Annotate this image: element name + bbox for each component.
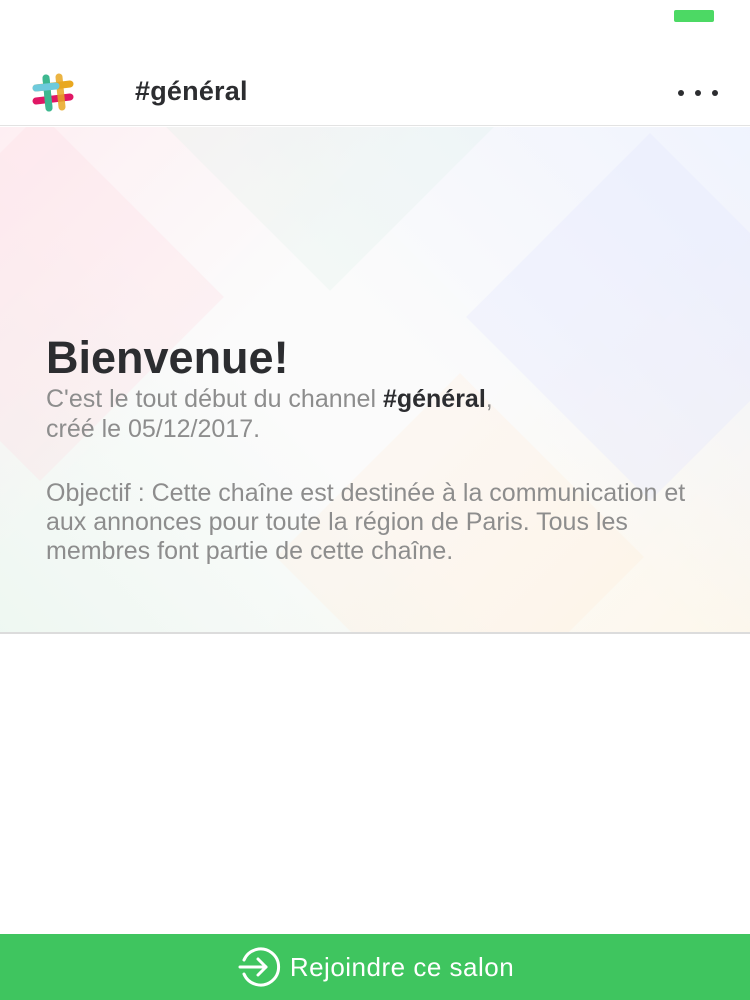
welcome-title: Bienvenue! <box>46 332 289 383</box>
created-suffix: , <box>485 385 493 413</box>
channel-purpose: Objectif : Cette chaîne est destinée à l… <box>46 479 686 565</box>
created-channel-name: #général <box>382 385 486 413</box>
slack-logo-icon[interactable] <box>26 72 80 114</box>
channel-title[interactable]: #général <box>135 76 248 107</box>
created-prefix: C'est le tout début du channel <box>46 385 383 413</box>
join-channel-label: Rejoindre ce salon <box>289 951 515 982</box>
more-dot <box>695 90 701 96</box>
created-date: créé le 05/12/2017. <box>46 415 261 443</box>
battery-icon <box>674 10 714 22</box>
enter-icon <box>238 947 280 987</box>
channel-header: #général <box>0 60 750 126</box>
status-bar <box>0 0 750 40</box>
background-pattern <box>146 127 514 291</box>
app-screen: #général Bienvenue! C'est le tout début … <box>0 0 750 1000</box>
more-options-button[interactable] <box>678 78 718 108</box>
channel-intro: Bienvenue! C'est le tout début du channe… <box>0 127 750 634</box>
more-dot <box>712 90 718 96</box>
more-horizontal-icon <box>678 90 684 96</box>
channel-created-text: C'est le tout début du channel #général,… <box>46 384 686 444</box>
join-channel-button[interactable]: Rejoindre ce salon <box>0 934 750 1000</box>
